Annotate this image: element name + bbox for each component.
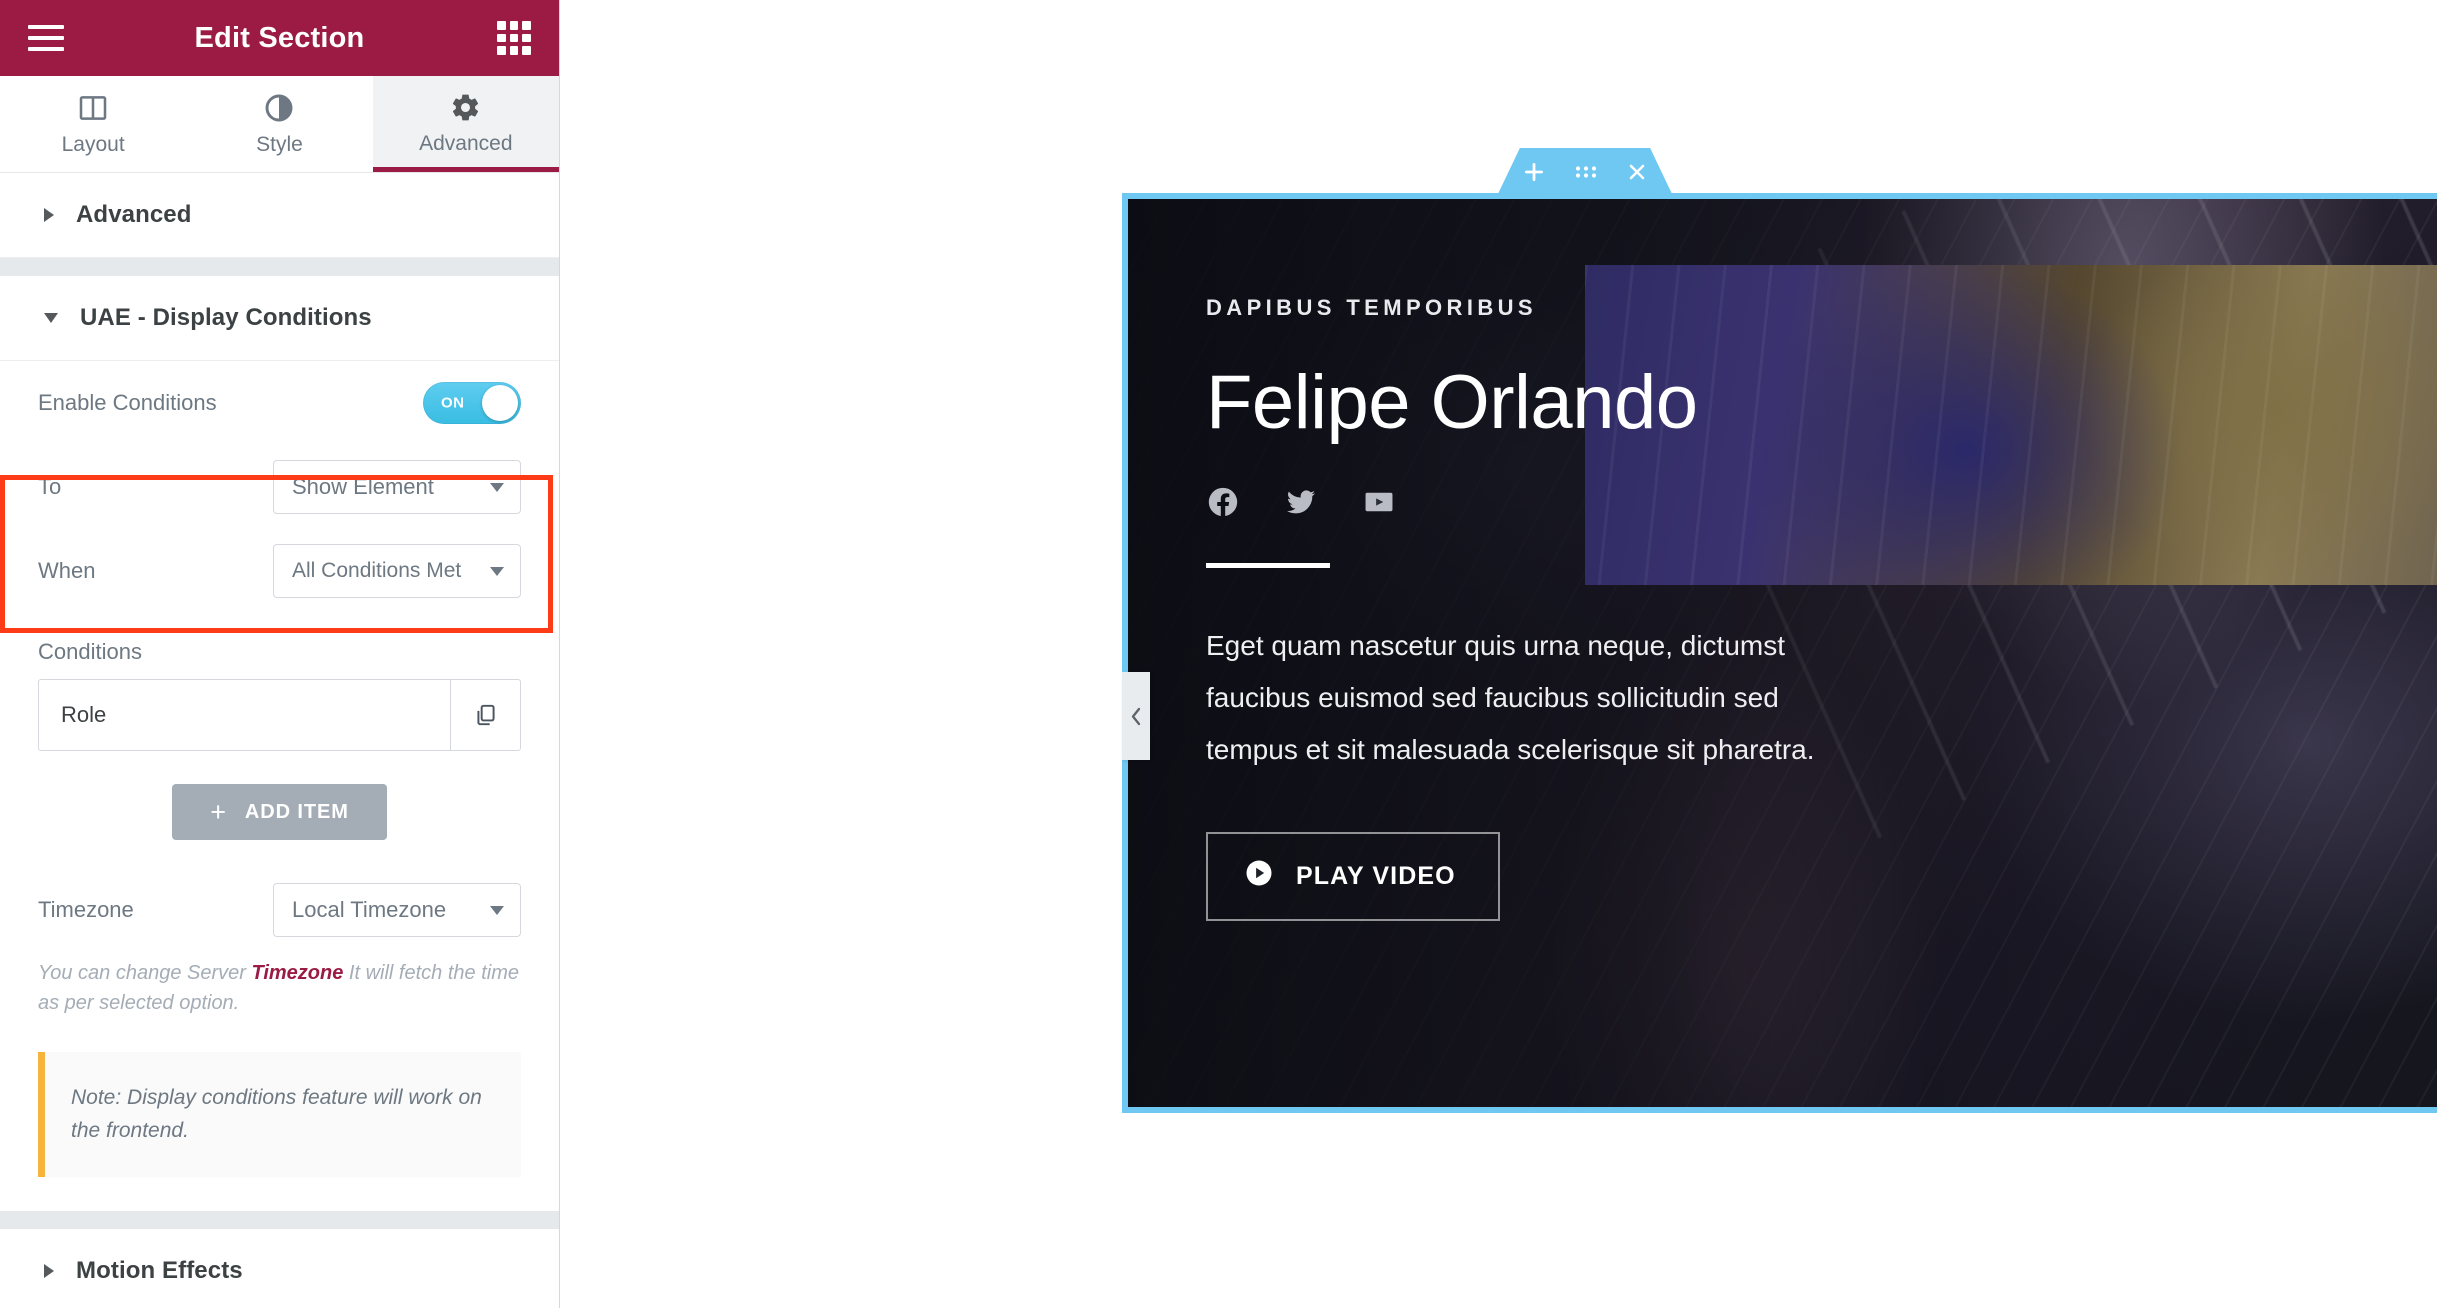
when-select[interactable]: All Conditions Met [273, 544, 521, 598]
to-select-value: Show Element [292, 474, 434, 499]
copy-duplicate-icon[interactable] [450, 680, 520, 750]
tab-layout[interactable]: Layout [0, 76, 187, 172]
drag-handle-dots-icon[interactable] [1573, 161, 1599, 183]
timezone-body: Timezone Local Timezone [0, 868, 559, 952]
tab-advanced[interactable]: Advanced [372, 76, 559, 172]
chevron-down-icon [490, 566, 504, 576]
hero-divider-rule [1206, 562, 1330, 568]
row-when: When All Conditions Met [38, 529, 521, 613]
chevron-right-icon [44, 1264, 54, 1279]
accordion-motion-effects[interactable]: Motion Effects [0, 1229, 559, 1308]
tab-style-label: Style [256, 132, 303, 156]
condition-name[interactable]: Role [39, 680, 450, 750]
add-item-wrap: + ADD ITEM [0, 751, 559, 868]
chevron-down-icon [490, 482, 504, 492]
add-item-button[interactable]: + ADD ITEM [172, 784, 387, 840]
toggle-state-label: ON [441, 394, 465, 412]
row-enable-conditions: Enable Conditions ON [38, 361, 521, 445]
panel-tabs: Layout Style Advanced [0, 76, 559, 173]
toggle-knob [482, 385, 518, 421]
close-x-icon[interactable] [1625, 160, 1649, 184]
play-circle-icon [1244, 858, 1274, 895]
enable-conditions-toggle[interactable]: ON [423, 382, 521, 424]
hamburger-icon[interactable] [28, 25, 64, 51]
add-item-label: ADD ITEM [244, 800, 349, 823]
section-toolbar [1497, 148, 1673, 196]
play-video-label: PLAY VIDEO [1296, 862, 1456, 891]
widgets-grid-icon[interactable] [497, 21, 531, 55]
editor-root: Edit Section Layout Style Advanced Advan… [0, 0, 2437, 1308]
condition-row[interactable]: Role [38, 679, 521, 751]
section-divider-1 [0, 258, 559, 276]
tab-style[interactable]: Style [186, 76, 373, 172]
row-to: To Show Element [38, 445, 521, 529]
hero-eyebrow: DAPIBUS TEMPORIBUS [1206, 295, 1537, 320]
facebook-icon[interactable] [1206, 485, 1240, 519]
contrast-half-circle-icon [263, 92, 295, 124]
timezone-label: Timezone [38, 897, 134, 922]
hero-title: Felipe Orlando [1206, 360, 1698, 445]
chevron-right-icon [44, 208, 54, 222]
hero-paragraph: Eget quam nascetur quis urna neque, dict… [1206, 629, 1815, 765]
when-select-value: All Conditions Met [292, 559, 462, 582]
timezone-help-pre: You can change Server [38, 962, 252, 984]
panel-collapse-handle[interactable] [1122, 672, 1150, 760]
tab-layout-label: Layout [61, 132, 125, 156]
display-conditions-body: Enable Conditions ON To Show Element Whe… [0, 361, 559, 613]
chevron-left-icon [1131, 707, 1140, 725]
page-title: Edit Section [194, 21, 365, 54]
when-label: When [38, 558, 96, 583]
gear-icon [450, 92, 481, 123]
panel-header: Edit Section [0, 0, 559, 76]
plus-icon: + [210, 796, 227, 827]
editor-canvas: DAPIBUS TEMPORIBUS Felipe Orlando Eget q… [560, 0, 2437, 1308]
twitter-icon[interactable] [1284, 485, 1318, 519]
to-select[interactable]: Show Element [273, 460, 521, 514]
youtube-icon[interactable] [1362, 485, 1396, 519]
timezone-help-link[interactable]: Timezone [251, 962, 343, 984]
chevron-down-icon [44, 313, 58, 323]
section-divider-2 [0, 1211, 559, 1230]
selected-section[interactable]: DAPIBUS TEMPORIBUS Felipe Orlando Eget q… [1122, 193, 2437, 1113]
conditions-label: Conditions [38, 639, 142, 664]
to-label: To [38, 474, 62, 499]
hero-content: DAPIBUS TEMPORIBUS Felipe Orlando Eget q… [1206, 295, 1846, 922]
accordion-advanced[interactable]: Advanced [0, 173, 559, 258]
accordion-uae-label: UAE - Display Conditions [80, 304, 372, 331]
plus-icon[interactable] [1521, 159, 1547, 185]
columns-layout-icon [77, 92, 109, 124]
elementor-settings-panel: Edit Section Layout Style Advanced Advan… [0, 0, 560, 1308]
timezone-help-text: You can change Server Timezone It will f… [0, 952, 559, 1018]
enable-conditions-label: Enable Conditions [38, 390, 217, 415]
row-timezone: Timezone Local Timezone [38, 868, 521, 952]
timezone-select-value: Local Timezone [292, 897, 447, 922]
accordion-uae-display-conditions[interactable]: UAE - Display Conditions [0, 276, 559, 361]
accordion-advanced-label: Advanced [76, 201, 192, 228]
timezone-select[interactable]: Local Timezone [273, 883, 521, 937]
play-video-button[interactable]: PLAY VIDEO [1206, 832, 1500, 922]
hero-section: DAPIBUS TEMPORIBUS Felipe Orlando Eget q… [1128, 199, 2437, 1107]
tab-advanced-label: Advanced [419, 132, 513, 155]
chevron-down-icon [490, 905, 504, 915]
social-icons-list [1206, 485, 1846, 519]
accordion-motion-effects-label: Motion Effects [76, 1257, 243, 1285]
note-box: Note: Display conditions feature will wo… [38, 1052, 521, 1178]
